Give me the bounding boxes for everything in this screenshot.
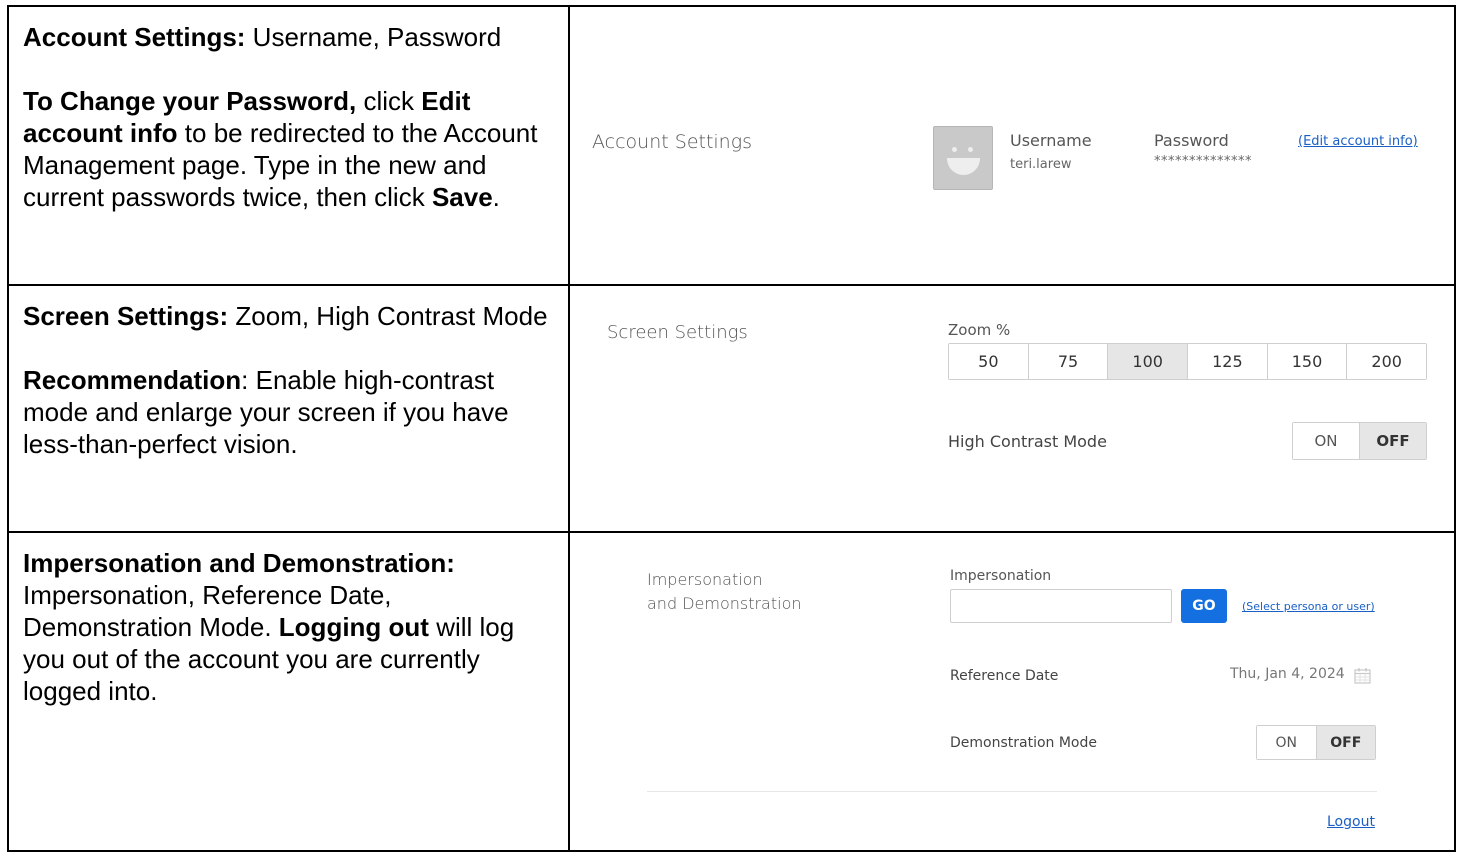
high-contrast-label: High Contrast Mode — [948, 432, 1107, 451]
demonstration-mode-toggle: ON OFF — [1256, 725, 1376, 760]
account-instructions-title: Account Settings: — [23, 22, 246, 52]
impersonation-title-line-1: Impersonation — [647, 570, 763, 589]
select-persona-link[interactable]: (Select persona or user) — [1242, 600, 1375, 613]
impersonation-instructions-body: Impersonation and Demonstration: Imperso… — [23, 547, 554, 707]
screen-instructions-body: Recommendation: Enable high-contrast mod… — [23, 364, 554, 460]
account-instructions-heading: Account Settings: Username, Password — [23, 21, 554, 53]
screen-instructions-heading: Screen Settings: Zoom, High Contrast Mod… — [23, 300, 554, 332]
section-divider — [647, 791, 1377, 792]
impersonation-input[interactable] — [950, 589, 1172, 623]
impersonation-section-title: Impersonation and Demonstration — [647, 568, 802, 616]
screen-settings-title: Screen Settings — [607, 322, 748, 343]
zoom-option-100[interactable]: 100 — [1107, 344, 1188, 379]
change-password-text-end: . — [492, 182, 500, 212]
password-label: Password — [1154, 131, 1229, 150]
zoom-option-75[interactable]: 75 — [1027, 344, 1108, 379]
avatar-right-eye — [968, 147, 973, 152]
impersonation-instructions-title: Impersonation and Demonstration: — [23, 548, 455, 578]
password-value: ************** — [1154, 154, 1252, 169]
avatar-left-eye — [952, 147, 957, 152]
screen-screenshot-cell: Screen Settings Zoom % 50 75 100 125 150… — [568, 284, 1456, 533]
avatar — [933, 126, 993, 190]
zoom-option-200[interactable]: 200 — [1346, 344, 1427, 379]
zoom-option-125[interactable]: 125 — [1187, 344, 1267, 379]
change-password-bold: To Change your Password, — [23, 86, 357, 116]
demonstration-mode-label: Demonstration Mode — [950, 735, 1097, 751]
logout-link[interactable]: Logout — [1327, 814, 1375, 830]
account-screenshot-cell: Account Settings Username teri.larew Pas… — [568, 5, 1456, 286]
settings-guide-table: Account Settings: Username, Password To … — [7, 5, 1456, 852]
logging-out-bold: Logging out — [278, 612, 429, 642]
impersonation-instructions: Impersonation and Demonstration: Imperso… — [9, 533, 568, 707]
reference-date-label: Reference Date — [950, 668, 1059, 684]
account-instructions-subtitle: Username, Password — [245, 22, 502, 52]
demonstration-off-button[interactable]: OFF — [1315, 726, 1375, 759]
impersonation-label: Impersonation — [950, 568, 1052, 584]
account-settings-title: Account Settings — [592, 131, 753, 153]
username-value: teri.larew — [1010, 157, 1072, 172]
screen-instructions-title: Screen Settings: — [23, 301, 229, 331]
impersonation-instructions-cell: Impersonation and Demonstration: Imperso… — [7, 531, 570, 852]
screen-row: Screen Settings: Zoom, High Contrast Mod… — [7, 284, 1456, 533]
save-bold: Save — [431, 182, 493, 212]
username-label: Username — [1010, 131, 1092, 150]
edit-account-info-link[interactable]: (Edit account info) — [1298, 134, 1418, 149]
impersonation-row: Impersonation and Demonstration: Imperso… — [7, 531, 1456, 852]
high-contrast-on-button[interactable]: ON — [1293, 423, 1359, 459]
zoom-option-150[interactable]: 150 — [1266, 344, 1347, 379]
reference-date-value[interactable]: Thu, Jan 4, 2024 — [1230, 666, 1345, 682]
account-row: Account Settings: Username, Password To … — [7, 5, 1456, 286]
go-button[interactable]: GO — [1181, 589, 1227, 623]
recommendation-bold: Recommendation — [23, 365, 242, 395]
change-password-text-1: click — [356, 86, 422, 116]
high-contrast-toggle: ON OFF — [1292, 422, 1427, 460]
impersonation-screenshot-cell: Impersonation and Demonstration Imperson… — [568, 531, 1456, 852]
impersonation-title-line-2: and Demonstration — [647, 594, 802, 613]
calendar-icon[interactable] — [1354, 667, 1371, 684]
account-instructions: Account Settings: Username, Password To … — [9, 7, 568, 213]
account-instructions-cell: Account Settings: Username, Password To … — [7, 5, 570, 286]
high-contrast-off-button[interactable]: OFF — [1359, 423, 1426, 459]
screen-instructions: Screen Settings: Zoom, High Contrast Mod… — [9, 286, 568, 460]
zoom-selector: 50 75 100 125 150 200 — [948, 343, 1427, 380]
screen-instructions-cell: Screen Settings: Zoom, High Contrast Mod… — [7, 284, 570, 533]
account-instructions-body: To Change your Password, click Edit acco… — [23, 85, 554, 213]
zoom-label: Zoom % — [948, 321, 1011, 339]
zoom-option-50[interactable]: 50 — [949, 344, 1028, 379]
avatar-mouth — [947, 158, 980, 175]
screen-instructions-subtitle: Zoom, High Contrast Mode — [228, 301, 548, 331]
demonstration-on-button[interactable]: ON — [1257, 726, 1316, 759]
